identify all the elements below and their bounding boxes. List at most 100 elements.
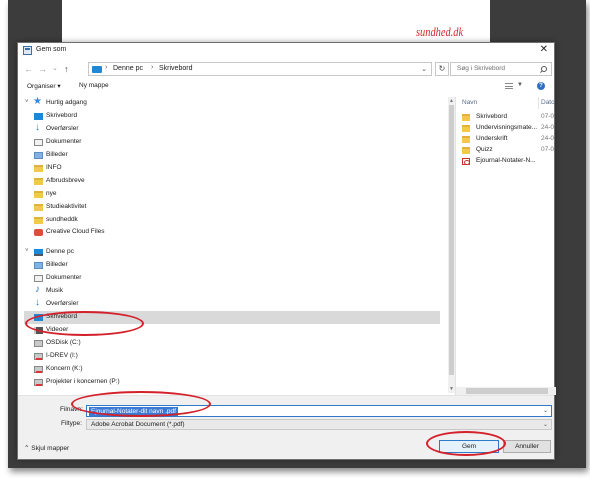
nav-creative-cloud[interactable]: Creative Cloud Files <box>24 226 440 239</box>
disk-icon <box>34 340 43 347</box>
nav-label: Projekter i koncernen (P:) <box>46 378 120 385</box>
nav-label: I-DREV (I:) <box>46 352 78 359</box>
sidebar-item-pc-2[interactable]: Musik <box>24 284 440 298</box>
breadcrumb-this-pc[interactable]: Denne pc <box>113 65 143 72</box>
sidebar-item-pc-6[interactable]: OSDisk (C:) <box>24 337 440 350</box>
network-drive-icon <box>34 379 43 386</box>
nav-this-pc[interactable]: ˅ Denne pc <box>24 246 440 259</box>
download-icon <box>34 297 43 308</box>
scroll-up-icon[interactable]: ▲ <box>449 98 454 104</box>
file-row[interactable]: Skrivebord 07-0 <box>456 112 556 123</box>
nav-label: Koncern (K:) <box>46 365 83 372</box>
desktop-icon <box>34 113 43 120</box>
sidebar-item-pc-9[interactable]: Projekter i koncernen (P:) <box>24 376 440 389</box>
file-row[interactable]: Underskrift 24-0 <box>456 134 556 145</box>
refresh-icon: ↻ <box>438 64 446 73</box>
pdf-file-icon <box>462 158 470 165</box>
nav-label: nye <box>46 190 57 197</box>
folder-icon <box>462 125 470 132</box>
filetype-select[interactable]: Adobe Acrobat Document (*.pdf) ⌄ <box>86 419 552 430</box>
filetype-dropdown-icon[interactable]: ⌄ <box>543 421 548 428</box>
folder-icon <box>462 147 470 154</box>
nav-label: Overførsler <box>46 125 79 132</box>
documents-icon <box>34 139 43 146</box>
cancel-button[interactable]: Annuller <box>503 440 551 453</box>
sidebar-item-pc-7[interactable]: I-DREV (I:) <box>24 350 440 363</box>
folder-icon <box>34 165 43 172</box>
address-row: ← → ⌄ ↑ › Denne pc › Skrivebord ⌄ ↻ Søg … <box>18 61 554 78</box>
breadcrumb-separator: › <box>151 64 154 71</box>
help-icon[interactable]: ? <box>537 82 545 90</box>
folder-icon <box>34 191 43 198</box>
scroll-down-icon[interactable]: ▼ <box>449 386 454 392</box>
sidebar-item-pc-8[interactable]: Koncern (K:) <box>24 363 440 376</box>
view-options-icon[interactable] <box>505 83 513 89</box>
pictures-icon <box>34 152 43 159</box>
search-input[interactable]: Søg i Skrivebord <box>450 62 552 76</box>
address-bar[interactable]: › Denne pc › Skrivebord ⌄ <box>88 62 432 76</box>
file-name: Skrivebord <box>476 113 508 120</box>
nav-quick-access[interactable]: ˅ Hurtig adgang <box>24 97 440 110</box>
file-name: Underskrift <box>476 135 508 142</box>
title-bar[interactable]: Gem som ✕ <box>18 43 554 58</box>
sidebar-item-pc-3[interactable]: Overførsler <box>24 297 440 311</box>
sidebar-item-quick-0[interactable]: Skrivebord <box>24 110 440 123</box>
nav-label: sundheddk <box>46 216 78 223</box>
folder-icon <box>34 204 43 211</box>
expand-chevron-icon[interactable]: ˅ <box>25 99 29 105</box>
pictures-icon <box>34 262 43 269</box>
filetype-label: Filtype: <box>61 420 82 427</box>
nav-label: Billeder <box>46 151 68 158</box>
nav-label: Overførsler <box>46 300 79 307</box>
dialog-title: Gem som <box>36 46 67 53</box>
file-row[interactable]: Undervisningsmate... 24-0 <box>456 123 556 134</box>
highlight-save-annotation <box>426 431 506 456</box>
sidebar-item-quick-6[interactable]: nye <box>24 188 440 201</box>
column-header-date[interactable]: Dato <box>541 99 555 106</box>
filetype-value: Adobe Acrobat Document (*.pdf) <box>91 421 185 428</box>
nav-label: Creative Cloud Files <box>46 228 105 235</box>
nav-label: Billeder <box>46 261 68 268</box>
close-icon[interactable]: ✕ <box>540 44 548 55</box>
nav-label: Afbrudsbreve <box>46 177 85 184</box>
sidebar-item-quick-5[interactable]: Afbrudsbreve <box>24 175 440 188</box>
nav-label: Musik <box>46 287 63 294</box>
creative-cloud-icon <box>34 229 43 236</box>
refresh-button[interactable]: ↻ <box>435 62 449 76</box>
forward-arrow-icon[interactable]: → <box>38 63 47 75</box>
file-row[interactable]: Quizz 07-0 <box>456 145 556 156</box>
recent-locations-icon[interactable]: ⌄ <box>52 63 58 75</box>
command-toolbar: Organiser ▾ Ny mappe ▼ ? <box>18 79 554 93</box>
file-date: 24-0 <box>541 124 555 131</box>
new-folder-button[interactable]: Ny mappe <box>79 82 109 89</box>
hide-folders-label: Skjul mapper <box>31 445 70 452</box>
column-divider[interactable] <box>538 97 539 109</box>
expand-chevron-icon[interactable]: ˅ <box>25 248 29 254</box>
sidebar-item-pc-0[interactable]: Billeder <box>24 259 440 272</box>
column-header-name[interactable]: Navn <box>462 99 477 106</box>
filename-dropdown-icon[interactable]: ⌄ <box>543 407 548 414</box>
nav-scrollbar-thumb[interactable] <box>449 105 454 375</box>
network-drive-icon <box>34 353 43 360</box>
breadcrumb-desktop[interactable]: Skrivebord <box>159 65 192 72</box>
back-arrow-icon[interactable]: ← <box>24 63 33 75</box>
file-row[interactable]: Ejournal-Notater-N... <box>456 156 556 167</box>
content-scrollbar-thumb[interactable] <box>466 388 548 394</box>
sidebar-item-quick-3[interactable]: Billeder <box>24 149 440 162</box>
sidebar-item-quick-7[interactable]: Studieaktivitet <box>24 201 440 214</box>
organize-menu[interactable]: Organiser ▾ <box>27 82 61 90</box>
sundhed-logo: sundhed.dk <box>416 24 464 39</box>
hide-folders-toggle[interactable]: ⌃ Skjul mapper <box>24 444 69 452</box>
nav-label: INFO <box>46 164 62 171</box>
file-list-pane: Navn Dato Skrivebord 07-0 Undervisningsmat… <box>456 97 556 393</box>
navigation-pane: ˅ Hurtig adgang Skrivebord📌Overførsler📌D… <box>24 97 440 393</box>
sidebar-item-quick-1[interactable]: Overførsler <box>24 122 440 136</box>
music-icon <box>34 284 43 295</box>
address-dropdown-icon[interactable]: ⌄ <box>421 65 427 73</box>
file-name: Undervisningsmate... <box>476 124 538 131</box>
view-dropdown-icon[interactable]: ▼ <box>517 82 523 88</box>
sidebar-item-pc-1[interactable]: Dokumenter <box>24 272 440 285</box>
up-arrow-icon[interactable]: ↑ <box>64 63 69 75</box>
sidebar-item-quick-4[interactable]: INFO <box>24 162 440 175</box>
sidebar-item-quick-2[interactable]: Dokumenter <box>24 136 440 149</box>
